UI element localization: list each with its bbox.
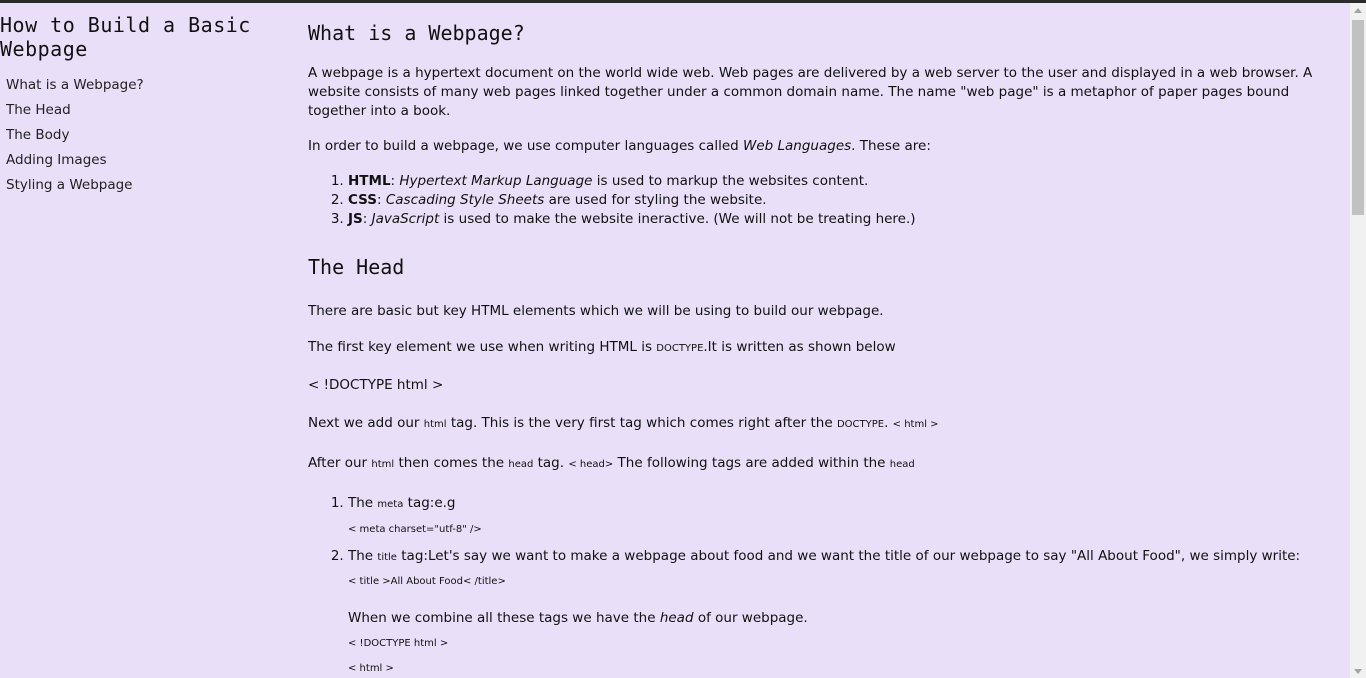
inline-code: head	[889, 459, 915, 470]
text: of our webpage.	[693, 610, 808, 626]
nav-title: How to Build a Basic Webpage	[0, 13, 251, 61]
scrollbar-thumb[interactable]	[1352, 20, 1364, 215]
nav-link-what-is-a-webpage[interactable]: What is a Webpage?	[6, 73, 290, 98]
text: The first key element we use when writin…	[308, 339, 657, 355]
main-content: What is a Webpage? A webpage is a hypert…	[308, 3, 1344, 678]
scroll-down-arrow-icon[interactable]	[1354, 669, 1362, 674]
code-snippet-doctype: < !DOCTYPE html >	[348, 638, 449, 649]
term-expansion: Hypertext Markup Language	[399, 173, 593, 189]
term: HTML	[348, 173, 391, 189]
scroll-up-arrow-icon[interactable]	[1354, 8, 1362, 13]
text: The	[348, 495, 378, 511]
list-item-html: HTML: Hypertext Markup Language is used …	[348, 172, 1344, 191]
paragraph-definition: A webpage is a hypertext document on the…	[308, 65, 1313, 119]
list-item-css: CSS: Cascading Style Sheets are used for…	[348, 191, 1344, 210]
emphasis-head: head	[659, 610, 694, 626]
inline-code: meta	[377, 499, 404, 510]
term-expansion: Cascading Style Sheets	[385, 192, 545, 208]
paragraph-web-languages: In order to build a webpage, we use comp…	[308, 137, 1344, 156]
inline-code: DOCTYPE	[656, 343, 704, 354]
paragraph-key-elements: There are basic but key HTML elements wh…	[308, 303, 884, 319]
nav-list: What is a Webpage? The Head The Body Add…	[0, 73, 290, 198]
text: tag:Let's say we want to make a webpage …	[396, 548, 1301, 564]
inline-code: < head>	[568, 459, 614, 470]
emphasis-web-languages: Web Languages	[743, 138, 852, 154]
text: When we combine all these tags we have t…	[348, 610, 660, 626]
description: are used for styling the website.	[544, 192, 767, 208]
list-item-title: The title tag:Let's say we want to make …	[348, 547, 1344, 678]
inline-code: html	[423, 419, 447, 430]
nav-link-the-head[interactable]: The Head	[6, 98, 290, 123]
text: The following tags are added within the	[613, 455, 890, 471]
paragraph-head-tag: After our html then comes the head tag. …	[308, 454, 1344, 474]
code-snippet-title: < title >All About Food< /title>	[348, 576, 506, 587]
inline-code: title	[377, 552, 397, 563]
text: tag.	[533, 455, 569, 471]
text: tag. This is the very first tag which co…	[446, 415, 837, 431]
text: In order to build a webpage, we use comp…	[308, 138, 743, 154]
text: After our	[308, 455, 372, 471]
separator: :	[377, 192, 386, 208]
text: tag:e.g	[403, 495, 456, 511]
text: then comes the	[394, 455, 509, 471]
code-snippet-html: < html >	[348, 663, 394, 674]
inline-code: head	[508, 459, 534, 470]
term-expansion: JavaScript	[371, 211, 440, 227]
sidebar-nav: How to Build a Basic Webpage What is a W…	[0, 3, 290, 678]
separator: :	[362, 211, 372, 227]
section-the-head: The Head There are basic but key HTML el…	[308, 254, 1344, 678]
nav-link-the-body[interactable]: The Body	[6, 123, 290, 148]
code-snippet-doctype: < !DOCTYPE html >	[308, 377, 444, 393]
list-item-meta: The meta tag:e.g < meta charset="utf-8" /…	[348, 494, 1344, 539]
head-tags-list: The meta tag:e.g < meta charset="utf-8" /…	[308, 494, 1344, 678]
section-what-is-a-webpage: What is a Webpage? A webpage is a hypert…	[308, 20, 1344, 229]
term: CSS	[348, 192, 377, 208]
languages-list: HTML: Hypertext Markup Language is used …	[308, 172, 1344, 229]
inline-code: DOCTYPE	[836, 419, 885, 430]
code-snippet-meta: < meta charset="utf-8" />	[348, 524, 482, 535]
text: .It is written as shown below	[703, 339, 896, 355]
nav-link-adding-images[interactable]: Adding Images	[6, 148, 290, 173]
text: . These are:	[851, 138, 931, 154]
text: The	[348, 548, 378, 564]
term: JS	[348, 211, 363, 227]
description: is used to make the website ineractive. …	[439, 211, 916, 227]
section-heading-the-head: The Head	[308, 255, 405, 279]
nav-link-styling-a-webpage[interactable]: Styling a Webpage	[6, 173, 290, 198]
vertical-scrollbar[interactable]	[1350, 3, 1366, 678]
list-item-js: JS: JavaScript is used to make the websi…	[348, 210, 1344, 229]
text: Next we add our	[308, 415, 424, 431]
description: is used to markup the websites content.	[592, 173, 869, 189]
paragraph-combine: When we combine all these tags we have t…	[348, 609, 1344, 628]
paragraph-doctype: The first key element we use when writin…	[308, 338, 1344, 358]
inline-code: < html >	[892, 419, 939, 430]
paragraph-html-tag: Next we add our html tag. This is the ve…	[308, 414, 1344, 434]
section-heading-what-is-a-webpage: What is a Webpage?	[308, 21, 525, 45]
inline-code: html	[371, 459, 395, 470]
text: .	[884, 415, 893, 431]
